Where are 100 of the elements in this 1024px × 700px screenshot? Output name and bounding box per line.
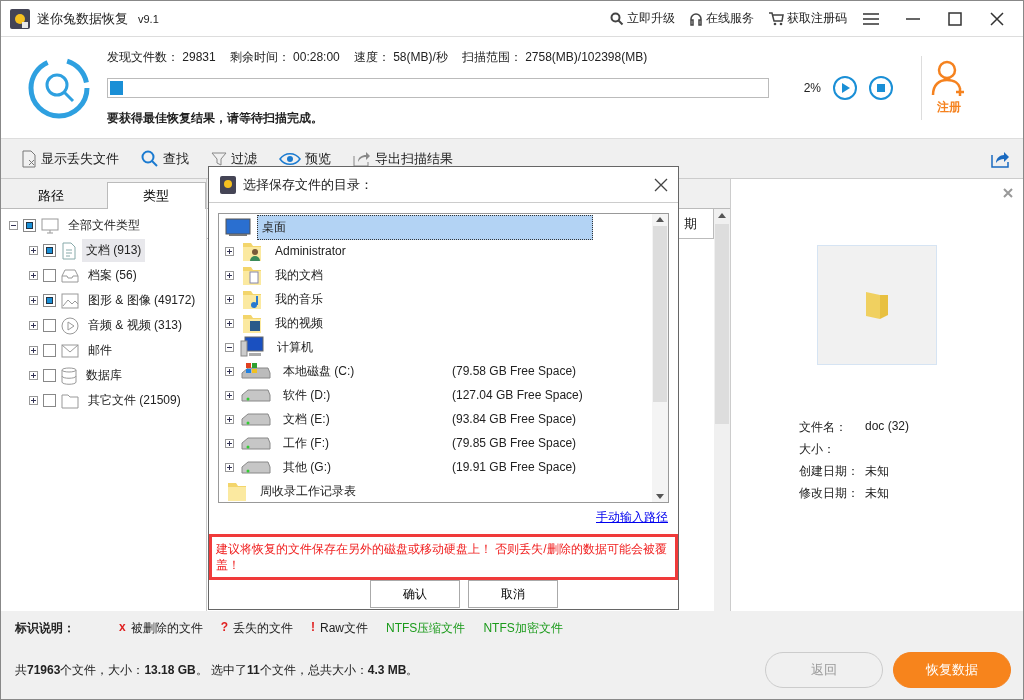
- header-link[interactable]: 获取注册码: [768, 10, 847, 27]
- tree-item[interactable]: 文档 (913): [82, 239, 146, 262]
- legend-mark: x: [119, 619, 126, 636]
- folder-item[interactable]: 其他 (G:): [278, 454, 336, 480]
- expand-icon[interactable]: [29, 246, 38, 255]
- search-icon: [610, 11, 624, 26]
- folder-item[interactable]: 我的音乐: [270, 286, 328, 312]
- header-link[interactable]: 在线服务: [689, 10, 754, 27]
- toolbar-button[interactable]: 预览: [279, 149, 331, 168]
- legend-mark: !: [311, 619, 316, 636]
- tree-item[interactable]: 档案 (56): [84, 264, 141, 287]
- play-button[interactable]: [833, 75, 857, 100]
- tree-item[interactable]: 邮件: [84, 339, 116, 362]
- folder-item[interactable]: 软件 (D:): [278, 382, 336, 408]
- folder-item[interactable]: 计算机: [272, 334, 318, 360]
- expand-icon[interactable]: [225, 270, 234, 280]
- expand-icon[interactable]: [225, 414, 234, 424]
- checkbox[interactable]: [43, 369, 56, 382]
- share-icon[interactable]: [991, 149, 1009, 168]
- legend-text: Raw文件: [320, 619, 369, 637]
- tree-item[interactable]: 全部文件类型: [64, 214, 144, 237]
- collapse-icon[interactable]: [9, 221, 18, 230]
- expand-icon[interactable]: [225, 438, 234, 448]
- close-icon: [990, 11, 1004, 26]
- cancel-button[interactable]: 取消: [467, 580, 558, 608]
- scan-stat: 剩余时间： 00:28:00: [229, 48, 340, 66]
- scan-stat: 速度： 58(MB)/秒: [353, 48, 448, 66]
- stop-button[interactable]: [869, 75, 893, 100]
- scrollbar[interactable]: [652, 214, 668, 502]
- checkbox[interactable]: [43, 319, 56, 332]
- free-space-text: (93.84 GB Free Space): [452, 412, 577, 426]
- status-text: 共71963个文件，大小：13.18 GB。 选中了11个文件，总共大小：4.3 MB。: [15, 661, 420, 679]
- expand-icon[interactable]: [225, 390, 234, 400]
- expand-icon[interactable]: [225, 318, 234, 328]
- version-label: v9.1: [138, 12, 159, 25]
- database-icon: [61, 366, 77, 385]
- folder-item[interactable]: Administrator: [270, 240, 351, 262]
- checkbox[interactable]: [43, 294, 56, 307]
- scrollbar[interactable]: [714, 209, 730, 611]
- expand-icon[interactable]: [225, 294, 234, 304]
- collapse-icon[interactable]: [225, 342, 234, 352]
- monitor-icon: [225, 217, 251, 237]
- checkbox[interactable]: [43, 269, 56, 282]
- scan-stat: 发现文件数： 29831: [107, 48, 216, 66]
- export-icon: [353, 150, 371, 167]
- checkbox[interactable]: [23, 219, 36, 232]
- toolbar-button[interactable]: 过滤: [211, 149, 257, 168]
- folder-item[interactable]: 文档 (E:): [278, 406, 335, 432]
- tree-item[interactable]: 音频 & 视频 (313): [84, 314, 187, 337]
- maximize-icon: [948, 11, 962, 26]
- folder-item[interactable]: 本地磁盘 (C:): [278, 358, 360, 384]
- expand-icon[interactable]: [225, 462, 234, 472]
- checkbox[interactable]: [43, 394, 56, 407]
- scroll-up-icon: [718, 213, 726, 218]
- expand-icon[interactable]: [29, 346, 38, 355]
- expand-icon[interactable]: [29, 396, 38, 405]
- expand-icon[interactable]: [225, 246, 234, 256]
- folder-item[interactable]: 我的视频: [270, 310, 328, 336]
- header-link[interactable]: 立即升级: [610, 10, 675, 27]
- toolbar-button[interactable]: 显示丢失文件: [21, 149, 119, 168]
- progress-percent: 2%: [802, 80, 821, 95]
- expand-icon[interactable]: [29, 371, 38, 380]
- tree-item[interactable]: 图形 & 图像 (49172): [84, 289, 200, 312]
- toolbar-button[interactable]: 导出扫描结果: [353, 149, 453, 168]
- user-plus-icon: [931, 59, 967, 97]
- free-space-text: (19.91 GB Free Space): [452, 460, 577, 474]
- tab[interactable]: 类型: [106, 182, 206, 209]
- tab[interactable]: 路径: [1, 184, 101, 208]
- warning-text: 建议将恢复的文件保存在另外的磁盘或移动硬盘上！ 否则丢失/删除的数据可能会被覆盖！: [209, 534, 678, 580]
- scan-hint: 要获得最佳恢复结果，请等待扫描完成。: [107, 109, 324, 127]
- folder-item[interactable]: 桌面: [257, 214, 593, 240]
- stop-icon: [877, 83, 885, 92]
- play-icon: [61, 316, 79, 335]
- checkbox[interactable]: [43, 244, 56, 257]
- scroll-up-icon: [656, 217, 664, 222]
- toolbar-button[interactable]: 查找: [141, 149, 189, 168]
- expand-icon[interactable]: [29, 321, 38, 330]
- expand-icon[interactable]: [29, 296, 38, 305]
- manual-path-link[interactable]: 手动输入路径: [596, 509, 668, 526]
- legend-text: NTFS压缩文件: [386, 619, 466, 637]
- legend-mark: ?: [220, 619, 229, 636]
- folder-item[interactable]: 我的文档: [270, 262, 328, 288]
- expand-icon[interactable]: [29, 271, 38, 280]
- tree-item[interactable]: 数据库: [82, 364, 126, 387]
- legend-text: 丢失的文件: [233, 619, 294, 637]
- image-icon: [61, 292, 79, 309]
- info-value: doc (32): [865, 419, 911, 435]
- info-value: 未知: [865, 485, 890, 502]
- checkbox[interactable]: [43, 344, 56, 357]
- expand-icon[interactable]: [225, 366, 234, 376]
- windows-drive-icon: [240, 361, 272, 381]
- computer-icon: [240, 335, 266, 359]
- tree-item[interactable]: 其它文件 (21509): [84, 389, 185, 412]
- folder-item[interactable]: 周收录工作记录表: [255, 478, 361, 502]
- confirm-button[interactable]: 确认: [369, 580, 460, 608]
- folder-item[interactable]: 工作 (F:): [278, 430, 334, 456]
- info-label: 文件名：: [799, 419, 848, 436]
- close-icon[interactable]: [654, 177, 668, 192]
- legend-text: NTFS加密文件: [483, 619, 563, 637]
- app-logo-icon: [219, 174, 237, 195]
